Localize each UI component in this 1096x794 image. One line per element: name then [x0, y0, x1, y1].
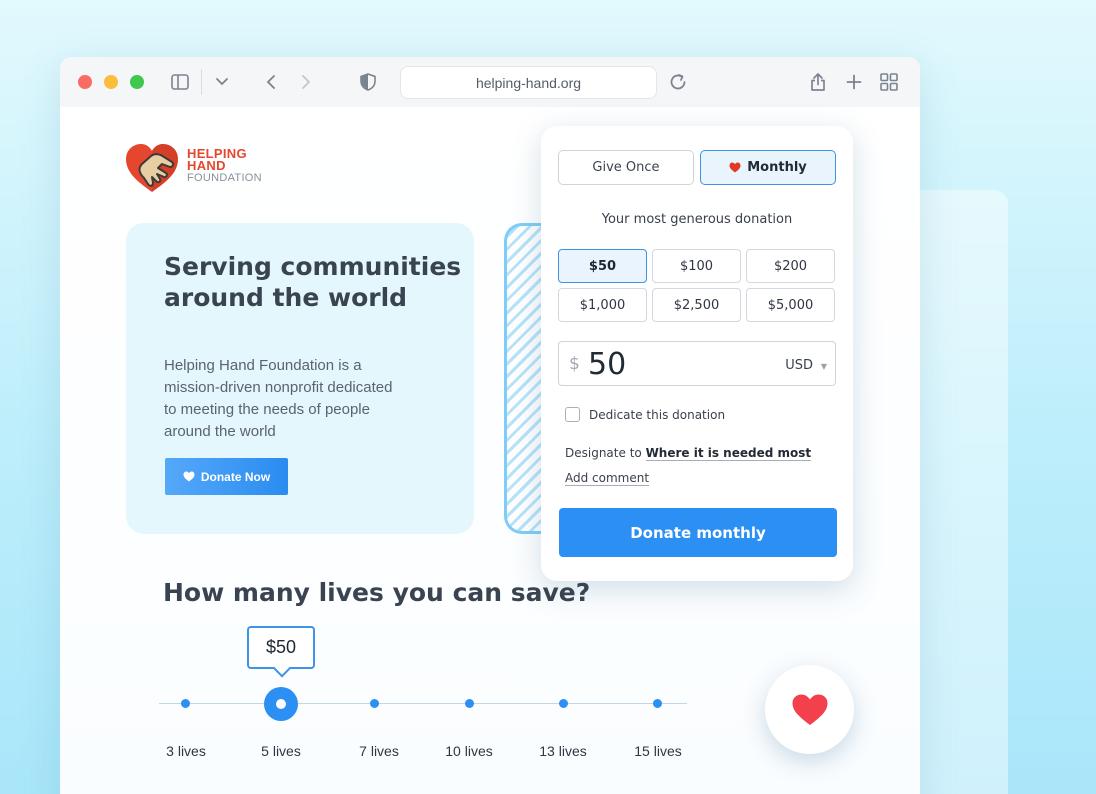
amount-option-5000[interactable]: $5,000: [746, 288, 835, 322]
currency-symbol: $: [569, 354, 580, 374]
caret-down-icon[interactable]: ▼: [821, 362, 827, 371]
designate-link[interactable]: Where it is needed most: [645, 446, 812, 461]
zoom-window-button[interactable]: [130, 75, 144, 89]
dedicate-checkbox[interactable]: [565, 407, 580, 422]
amount-value[interactable]: 50: [588, 347, 626, 382]
hero-card: Serving communities around the world Hel…: [126, 223, 474, 534]
sidebar-toggle-icon[interactable]: [168, 70, 192, 94]
reload-icon[interactable]: [666, 70, 690, 94]
logo-line-foundation: FOUNDATION: [187, 172, 262, 184]
forward-icon[interactable]: [294, 70, 318, 94]
amount-option-50[interactable]: $50: [558, 249, 647, 283]
heart-hands-logo-icon: [126, 144, 178, 192]
amount-option-200[interactable]: $200: [746, 249, 835, 283]
tab-monthly[interactable]: Monthly: [700, 150, 836, 185]
slider-value-tooltip: $50: [247, 626, 315, 669]
back-icon[interactable]: [259, 70, 283, 94]
dedicate-option[interactable]: Dedicate this donation: [565, 407, 725, 422]
slider-step-13-lives[interactable]: [559, 699, 568, 708]
favorite-button[interactable]: [765, 665, 854, 754]
slider-tooltip-value: $50: [265, 637, 297, 657]
tab-give-once[interactable]: Give Once: [558, 150, 694, 185]
donate-monthly-button[interactable]: Donate monthly: [559, 508, 837, 557]
shield-icon[interactable]: [356, 70, 380, 94]
tab-overview-icon[interactable]: [877, 70, 901, 94]
tab-monthly-label: Monthly: [747, 160, 807, 175]
hero-description: Helping Hand Foundation is a mission-dri…: [164, 357, 393, 440]
url-text: helping-hand.org: [475, 74, 582, 91]
heart-icon: [729, 162, 741, 173]
heart-icon: [792, 694, 827, 725]
slider-step-7-lives[interactable]: [370, 699, 379, 708]
lives-label-10: 10 lives: [445, 743, 493, 759]
designate-prefix: Designate to: [565, 446, 642, 460]
lives-label-7: 7 lives: [359, 743, 399, 759]
currency-select[interactable]: USD: [785, 358, 813, 373]
share-icon[interactable]: [806, 70, 830, 94]
donation-form: Give Once Monthly Your most generous don…: [541, 126, 853, 581]
brand-logo[interactable]: HELPING HAND FOUNDATION: [124, 142, 264, 192]
designate-row: Designate to Where it is needed most: [565, 446, 812, 461]
tab-give-once-label: Give Once: [592, 160, 660, 175]
amount-option-100[interactable]: $100: [652, 249, 741, 283]
add-comment-link[interactable]: Add comment: [565, 471, 650, 486]
slider-step-10-lives[interactable]: [465, 699, 474, 708]
logo-wordmark: HELPING HAND FOUNDATION: [187, 147, 262, 184]
amount-option-2500[interactable]: $2,500: [652, 288, 741, 322]
minimize-window-button[interactable]: [104, 75, 118, 89]
amount-option-1000[interactable]: $1,000: [558, 288, 647, 322]
donate-now-label: Donate Now: [200, 469, 271, 484]
close-window-button[interactable]: [78, 75, 92, 89]
lives-label-13: 13 lives: [539, 743, 587, 759]
donation-subtitle: Your most generous donation: [601, 212, 793, 227]
donate-now-button[interactable]: Donate Now: [165, 458, 288, 495]
heart-icon: [183, 471, 195, 482]
browser-toolbar: helping-hand.org: [60, 57, 920, 107]
lives-label-3: 3 lives: [166, 743, 206, 759]
lives-section-title: How many lives you can save?: [163, 578, 591, 607]
slider-thumb[interactable]: [264, 687, 298, 721]
chevron-down-icon[interactable]: [210, 70, 234, 94]
address-bar[interactable]: helping-hand.org: [400, 66, 657, 99]
slider-track[interactable]: [159, 703, 687, 704]
lives-label-15: 15 lives: [634, 743, 682, 759]
slider-step-3-lives[interactable]: [181, 699, 190, 708]
slider-step-15-lives[interactable]: [653, 699, 662, 708]
dedicate-label: Dedicate this donation: [589, 407, 726, 422]
new-tab-icon[interactable]: [842, 70, 866, 94]
hero-title: Serving communities around the world: [164, 252, 462, 312]
lives-label-5: 5 lives: [261, 743, 301, 759]
toolbar-divider: [201, 69, 202, 95]
custom-amount-field[interactable]: $ 50 USD ▼: [558, 341, 836, 386]
logo-line-hand: HAND: [187, 158, 226, 173]
